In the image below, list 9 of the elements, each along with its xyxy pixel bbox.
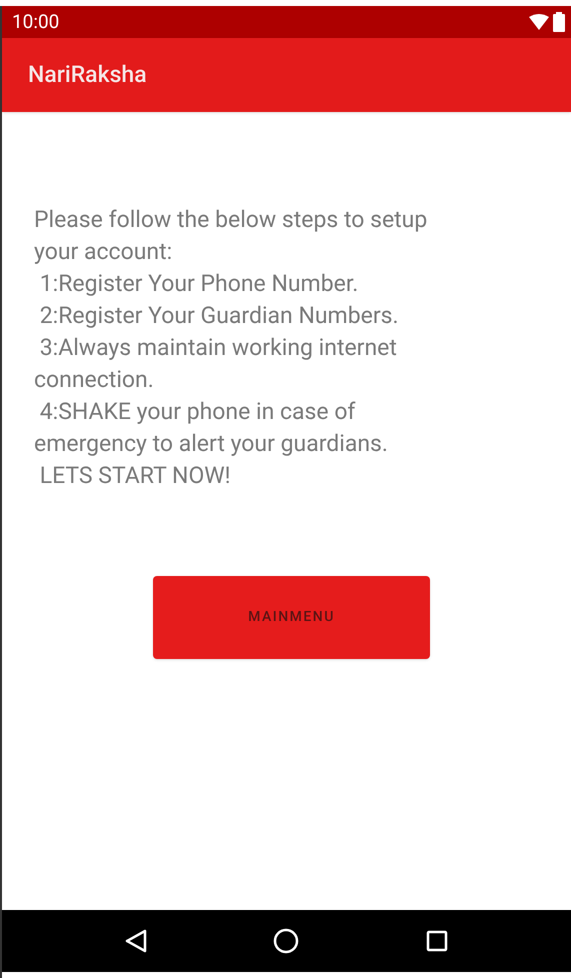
app-title: NariRaksha (28, 60, 147, 90)
back-icon[interactable] (125, 929, 148, 953)
recents-icon[interactable] (426, 930, 448, 952)
status-time: 10:00 (12, 8, 60, 35)
wifi-icon (529, 14, 549, 30)
main-menu-button[interactable]: MAINMENU (153, 576, 430, 659)
battery-icon (553, 12, 565, 32)
home-icon[interactable] (273, 928, 300, 954)
instructions-text: Please follow the below steps to setup your account: 1:Register Your Phone Number. 2:Register Your Guardian Numbers. 3:Always maintain working internet connection. 4:SHAKE your phone in case of emergency to alert your guardians. LETS START NOW! (34, 205, 428, 491)
